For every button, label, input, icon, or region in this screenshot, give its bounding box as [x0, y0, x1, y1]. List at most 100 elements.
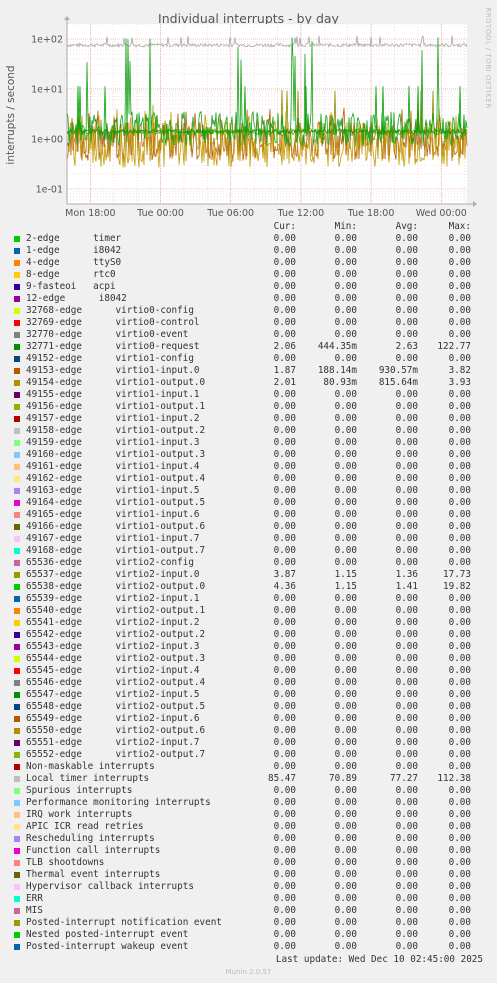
legend-series-name: 32768-edge virtio0-config [26, 305, 194, 316]
legend-row: 65546-edge virtio2-output.4 0.00 0.00 0.00 0… [0, 677, 497, 689]
legend-row: 49159-edge virtio1-input.3 0.00 0.00 0.00 0.… [0, 437, 497, 449]
legend-row: 49168-edge virtio1-output.7 0.00 0.00 0.00 0… [0, 545, 497, 557]
legend-swatch [14, 704, 20, 710]
legend-swatch [14, 452, 20, 458]
legend-value-max: 0.00 [448, 893, 471, 904]
legend-value-max: 0.00 [448, 941, 471, 952]
legend-series-name: 49168-edge virtio1-output.7 [26, 545, 206, 556]
legend-row: ERR 0.00 0.00 0.00 0.00 [0, 893, 497, 905]
legend-value-max: 0.00 [448, 449, 471, 460]
legend-row: 2-edge timer 0.00 0.00 0.00 0.00 [0, 233, 497, 245]
legend-series-name: 4-edge ttyS0 [26, 257, 122, 268]
legend-row: APIC ICR read retries 0.00 0.00 0.00 0.00 [0, 821, 497, 833]
x-tick-label: Mon 18:00 [65, 208, 115, 219]
legend-row: Rescheduling interrupts 0.00 0.00 0.00 0.00 [0, 833, 497, 845]
legend-series-name: Spurious interrupts [26, 785, 133, 796]
legend-series-name: Rescheduling interrupts [26, 833, 155, 844]
legend-value-max: 0.00 [448, 725, 471, 736]
legend-row: 8-edge rtc0 0.00 0.00 0.00 0.00 [0, 269, 497, 281]
legend-series-name: Posted-interrupt notification event [26, 917, 222, 928]
legend-row: Nested posted-interrupt event 0.00 0.00 0.0… [0, 929, 497, 941]
legend-series-name: 2-edge timer [26, 233, 122, 244]
legend-row: 49163-edge virtio1-input.5 0.00 0.00 0.00 0.… [0, 485, 497, 497]
legend-swatch [14, 812, 20, 818]
legend-value-max: 0.00 [448, 833, 471, 844]
legend-series-name: 49167-edge virtio1-input.7 [26, 533, 200, 544]
legend-series-name: 49155-edge virtio1-input.1 [26, 389, 200, 400]
legend-swatch [14, 596, 20, 602]
legend-value-max: 0.00 [448, 689, 471, 700]
legend-swatch [14, 932, 20, 938]
x-tick-label: Tue 12:00 [277, 208, 325, 219]
legend-value-max: 0.00 [448, 437, 471, 448]
legend-series-name: 32769-edge virtio0-control [26, 317, 200, 328]
legend-row: 49154-edge virtio1-output.0 2.01 80.93m 815… [0, 377, 497, 389]
legend-swatch [14, 764, 20, 770]
legend-value-max: 0.00 [448, 353, 471, 364]
legend-value-max: 0.00 [448, 305, 471, 316]
legend-swatch [14, 860, 20, 866]
legend-value-max: 0.00 [448, 653, 471, 664]
legend-value-max: 0.00 [448, 749, 471, 760]
legend-swatch [14, 260, 20, 266]
legend-series-name: 65550-edge virtio2-output.6 [26, 725, 206, 736]
legend-series-name: APIC ICR read retries [26, 821, 144, 832]
legend-value-max: 19.82 [443, 581, 471, 592]
legend-swatch [14, 308, 20, 314]
legend-value-max: 0.00 [448, 917, 471, 928]
legend-value-max: 0.00 [448, 461, 471, 472]
legend-row: 65550-edge virtio2-output.6 0.00 0.00 0.00 0… [0, 725, 497, 737]
legend-row: 49155-edge virtio1-input.1 0.00 0.00 0.00 0.… [0, 389, 497, 401]
legend-series-name: Local timer interrupts [26, 773, 150, 784]
y-axis-arrow [64, 16, 70, 20]
legend-swatch [14, 752, 20, 758]
legend-series-name: 49156-edge virtio1-output.1 [26, 401, 206, 412]
legend-value-max: 0.00 [448, 809, 471, 820]
legend-row: Posted-interrupt notification event 0.00 0… [0, 917, 497, 929]
legend-swatch [14, 272, 20, 278]
legend-series-name: 65545-edge virtio2-input.4 [26, 665, 200, 676]
legend-series-name: ERR [26, 893, 43, 904]
legend-row: 65549-edge virtio2-input.6 0.00 0.00 0.00 0.… [0, 713, 497, 725]
legend-value-max: 0.00 [448, 401, 471, 412]
legend-series-name: Nested posted-interrupt event [26, 929, 189, 940]
legend-swatch [14, 368, 20, 374]
legend-value-max: 17.73 [443, 569, 471, 580]
legend-row: Hypervisor callback interrupts 0.00 0.00 0.… [0, 881, 497, 893]
legend-swatch [14, 548, 20, 554]
legend-value-max: 0.00 [448, 485, 471, 496]
legend-swatch [14, 788, 20, 794]
legend-value-max: 0.00 [448, 509, 471, 520]
y-tick-label: 1e+01 [31, 85, 63, 96]
legend-swatch [14, 332, 20, 338]
legend-series-name: 65536-edge virtio2-config [26, 557, 194, 568]
legend-row: 49152-edge virtio1-config 0.00 0.00 0.00 0.0… [0, 353, 497, 365]
legend-table: Cur: Min: Avg: Max: 2-edge timer 0.00 0.00… [0, 221, 497, 953]
legend-swatch [14, 296, 20, 302]
legend-swatch [14, 632, 20, 638]
legend-swatch [14, 500, 20, 506]
legend-swatch [14, 680, 20, 686]
legend-series-name: Posted-interrupt wakeup event [26, 941, 189, 952]
legend-row: 32769-edge virtio0-control 0.00 0.00 0.00 0.… [0, 317, 497, 329]
legend-swatch [14, 392, 20, 398]
legend-row: 9-fasteoi acpi 0.00 0.00 0.00 0.00 [0, 281, 497, 293]
legend-value-max: 0.00 [448, 425, 471, 436]
legend-value-max: 0.00 [448, 257, 471, 268]
legend-swatch [14, 380, 20, 386]
legend-row: 49162-edge virtio1-output.4 0.00 0.00 0.00 0… [0, 473, 497, 485]
legend-row: Non-maskable interrupts 0.00 0.00 0.00 0.00 [0, 761, 497, 773]
legend-series-name: 65544-edge virtio2-output.3 [26, 653, 206, 664]
legend-swatch [14, 872, 20, 878]
legend-series-name: 49162-edge virtio1-output.4 [26, 473, 206, 484]
legend-value-max: 0.00 [448, 869, 471, 880]
legend-swatch [14, 896, 20, 902]
legend-value-max: 0.00 [448, 389, 471, 400]
legend-series-name: 49157-edge virtio1-input.2 [26, 413, 200, 424]
legend-series-name: 49163-edge virtio1-input.5 [26, 485, 200, 496]
legend-row: 65548-edge virtio2-output.5 0.00 0.00 0.00 0… [0, 701, 497, 713]
legend-row: 49160-edge virtio1-output.3 0.00 0.00 0.00 0… [0, 449, 497, 461]
legend-row: 65543-edge virtio2-input.3 0.00 0.00 0.00 0.… [0, 641, 497, 653]
legend-series-name: 49165-edge virtio1-input.6 [26, 509, 200, 520]
legend-row: 65544-edge virtio2-output.3 0.00 0.00 0.00 0… [0, 653, 497, 665]
